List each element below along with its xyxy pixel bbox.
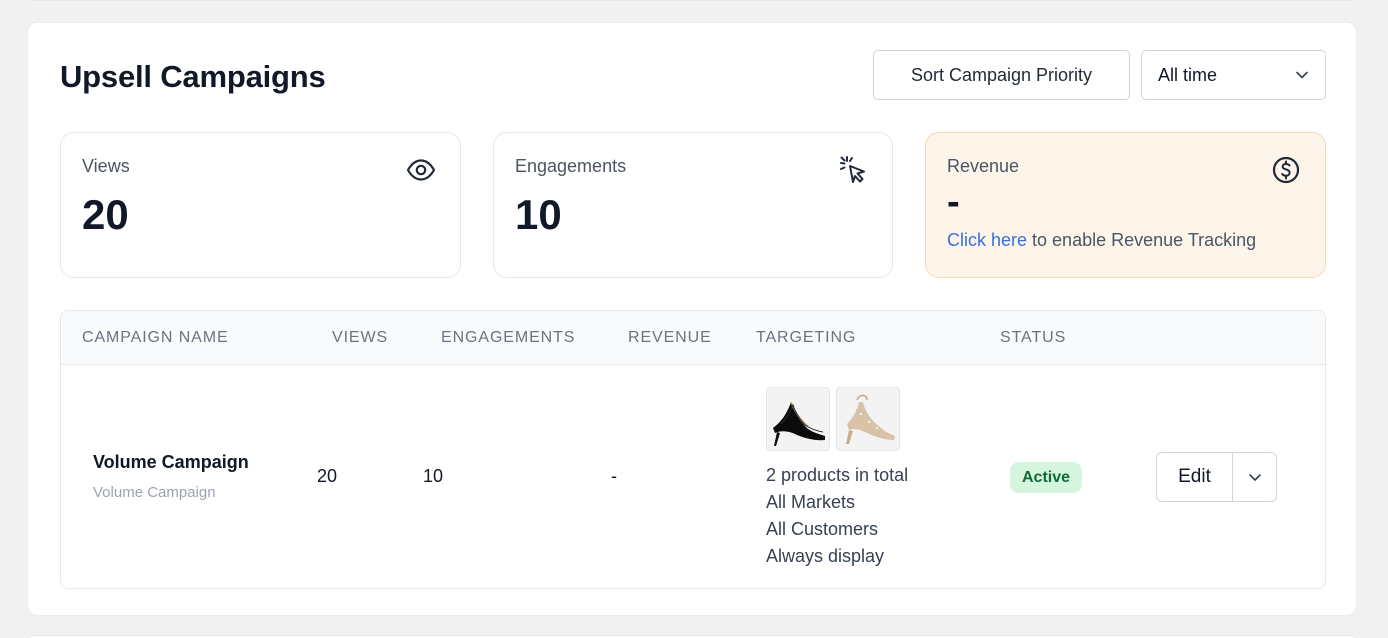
header-status: STATUS: [1000, 329, 1067, 346]
views-stat-card: Views 20: [60, 132, 461, 278]
table-header: CAMPAIGN NAME VIEWS ENGAGEMENTS REVENUE …: [61, 311, 1325, 365]
glitter-heel-thumbnail: [836, 387, 900, 451]
revenue-stat-card: Revenue - Click here to enable Revenue T…: [925, 132, 1326, 278]
chevron-down-icon: [1248, 474, 1261, 481]
campaign-name[interactable]: Volume Campaign: [93, 452, 249, 473]
previous-card: [27, 0, 1357, 1]
cursor-click-icon: [840, 156, 865, 183]
targeting-customers: All Customers: [766, 519, 879, 539]
campaign-revenue: -: [611, 466, 617, 486]
views-label: Views: [82, 156, 130, 176]
time-filter-value: All time: [1158, 64, 1218, 85]
eye-icon: [406, 159, 436, 181]
targeting-display: Always display: [766, 546, 885, 566]
views-value: 20: [82, 191, 129, 238]
revenue-label: Revenue: [947, 156, 1020, 176]
dollar-circle-icon: [1272, 156, 1300, 184]
more-actions-toggle[interactable]: [1233, 453, 1276, 501]
header-engagements: ENGAGEMENTS: [441, 329, 576, 346]
chevron-down-icon: [1296, 71, 1308, 79]
enable-revenue-tracking-link[interactable]: Click here: [947, 230, 1027, 250]
campaign-subtitle: Volume Campaign: [93, 484, 216, 501]
campaign-views: 20: [317, 466, 338, 486]
status-badge: Active: [1010, 462, 1083, 493]
targeting-markets: All Markets: [766, 492, 856, 512]
time-filter-select[interactable]: All time: [1141, 50, 1326, 100]
sort-campaign-priority-button[interactable]: Sort Campaign Priority: [873, 50, 1130, 100]
black-heel-thumbnail: [766, 387, 830, 451]
header-targeting: TARGETING: [756, 329, 857, 346]
edit-button-group: Edit: [1156, 452, 1277, 502]
edit-button[interactable]: Edit: [1157, 453, 1233, 501]
revenue-note-text: to enable Revenue Tracking: [1027, 230, 1257, 250]
header-views: VIEWS: [332, 329, 389, 346]
header-revenue: REVENUE: [628, 329, 712, 346]
campaign-engagements: 10: [423, 466, 444, 486]
header-campaign-name: CAMPAIGN NAME: [82, 329, 229, 346]
upsell-campaigns-card: Upsell Campaigns Sort Campaign Priority …: [27, 22, 1357, 616]
targeting-products-count: 2 products in total: [766, 465, 909, 485]
revenue-value: -: [947, 181, 960, 223]
page-title: Upsell Campaigns: [60, 59, 326, 94]
engagements-label: Engagements: [515, 156, 627, 176]
campaigns-table: CAMPAIGN NAME VIEWS ENGAGEMENTS REVENUE …: [60, 310, 1326, 589]
engagements-stat-card: Engagements 10: [493, 132, 893, 278]
engagements-value: 10: [515, 191, 562, 238]
targeting-summary: 2 products in total All Markets All Cust…: [766, 462, 908, 570]
revenue-tracking-note: Click here to enable Revenue Tracking: [947, 230, 1256, 251]
